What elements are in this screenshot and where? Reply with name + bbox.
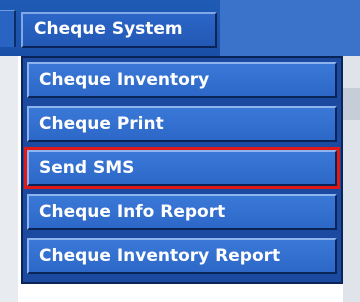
menu-cheque-system-label: Cheque System (34, 19, 183, 39)
menu-item-cheque-inventory[interactable]: Cheque Inventory (27, 62, 337, 98)
left-background-strip (0, 56, 18, 302)
menu-item-label: Cheque Print (39, 114, 164, 134)
top-banner-right (220, 0, 360, 56)
menu-item-send-sms[interactable]: Send SMS (24, 147, 340, 189)
menu-item-label: Send SMS (39, 158, 135, 178)
previous-menu-edge[interactable] (0, 10, 16, 47)
menu-item-label: Cheque Info Report (39, 202, 226, 222)
menu-item-label: Cheque Inventory Report (39, 246, 281, 266)
menu-item-cheque-print[interactable]: Cheque Print (27, 106, 337, 142)
right-background-band (343, 88, 360, 120)
menu-item-label: Cheque Inventory (39, 70, 210, 90)
menu-item-cheque-info-report[interactable]: Cheque Info Report (27, 194, 337, 230)
menu-item-cheque-inventory-report[interactable]: Cheque Inventory Report (27, 238, 337, 274)
cheque-system-dropdown: Cheque Inventory Cheque Print Send SMS C… (21, 56, 343, 284)
menu-cheque-system[interactable]: Cheque System (21, 12, 217, 48)
